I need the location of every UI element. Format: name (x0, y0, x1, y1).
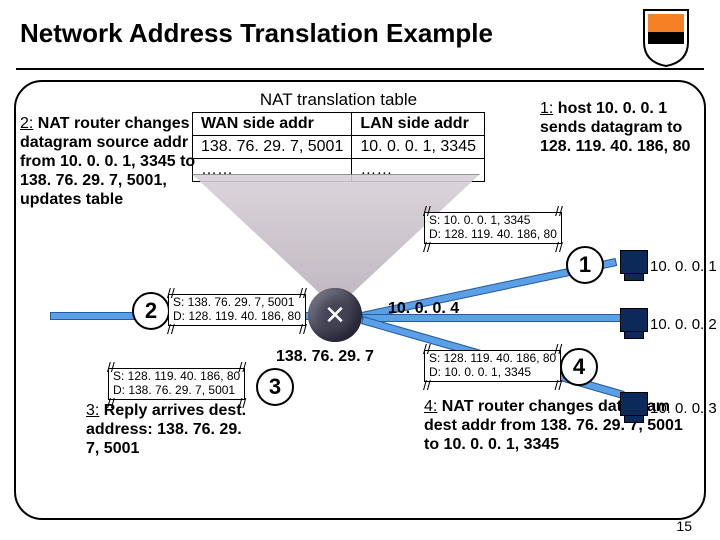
host-3-ip: 10. 0. 0. 3 (650, 400, 717, 417)
packet-1-src: S: 10. 0. 0. 1, 3345 (429, 214, 557, 228)
packet-2: //// S: 138. 76. 29. 7, 5001 D: 128. 119… (168, 294, 306, 326)
packet-3: //// S: 128. 119. 40. 186, 80 D: 138. 76… (108, 368, 245, 400)
host-1-ip: 10. 0. 0. 1 (650, 258, 717, 275)
router-arrows-icon: ✕ (324, 300, 346, 331)
step-marker-1: 1 (566, 246, 604, 284)
host-icon (620, 392, 648, 416)
slide-number: 15 (676, 518, 692, 534)
nat-router-icon: ✕ (308, 288, 362, 342)
step-2-body: NAT router changes datagram source addr … (20, 115, 195, 208)
packet-1-dst: D: 128. 119. 40. 186, 80 (429, 228, 557, 242)
step-marker-2: 2 (132, 292, 170, 330)
step-4-number: 4: (424, 398, 437, 415)
nat-table-cell: 10. 0. 0. 1, 3345 (352, 136, 485, 159)
step-2-text: 2: NAT router changes datagram source ad… (20, 115, 205, 209)
step-3-number: 3: (86, 402, 99, 419)
step-1-number: 1: (540, 100, 553, 117)
packet-3-dst: D: 138. 76. 29. 7, 5001 (113, 384, 240, 398)
packet-3-src: S: 128. 119. 40. 186, 80 (113, 370, 240, 384)
packet-2-dst: D: 128. 119. 40. 186, 80 (173, 310, 301, 324)
step-1-text: 1: host 10. 0. 0. 1 sends datagram to 12… (540, 100, 710, 157)
packet-1: //// S: 10. 0. 0. 1, 3345 D: 128. 119. 4… (424, 212, 562, 244)
router-wan-ip: 138. 76. 29. 7 (276, 348, 374, 366)
router-lan-ip: 10. 0. 0. 4 (388, 300, 459, 318)
princeton-crest-icon (642, 8, 690, 68)
nat-translation-table: NAT translation table WAN side addr LAN … (192, 90, 485, 182)
step-marker-4: 4 (560, 348, 598, 386)
host-icon (620, 308, 648, 332)
nat-table-header-lan: LAN side addr (352, 113, 485, 136)
step-2-number: 2: (20, 115, 33, 132)
title-divider (16, 68, 704, 70)
host-2-ip: 10. 0. 0. 2 (650, 316, 717, 333)
nat-table-cell: 138. 76. 29. 7, 5001 (193, 136, 352, 159)
host-icon (620, 250, 648, 274)
packet-4-src: S: 128. 119. 40. 186, 80 (429, 352, 556, 366)
nat-table-header-row: WAN side addr LAN side addr (193, 113, 485, 136)
packet-4-dst: D: 10. 0. 0. 1, 3345 (429, 366, 556, 380)
step-marker-3: 3 (256, 368, 294, 406)
nat-table-header-wan: WAN side addr (193, 113, 352, 136)
packet-2-src: S: 138. 76. 29. 7, 5001 (173, 296, 301, 310)
packet-4: //// S: 128. 119. 40. 186, 80 D: 10. 0. … (424, 350, 561, 382)
slide-title: Network Address Translation Example (20, 18, 493, 49)
nat-table-caption: NAT translation table (192, 90, 485, 112)
step-1-body: host 10. 0. 0. 1 sends datagram to 128. … (540, 100, 690, 155)
nat-table-row: 138. 76. 29. 7, 5001 10. 0. 0. 1, 3345 (193, 136, 485, 159)
